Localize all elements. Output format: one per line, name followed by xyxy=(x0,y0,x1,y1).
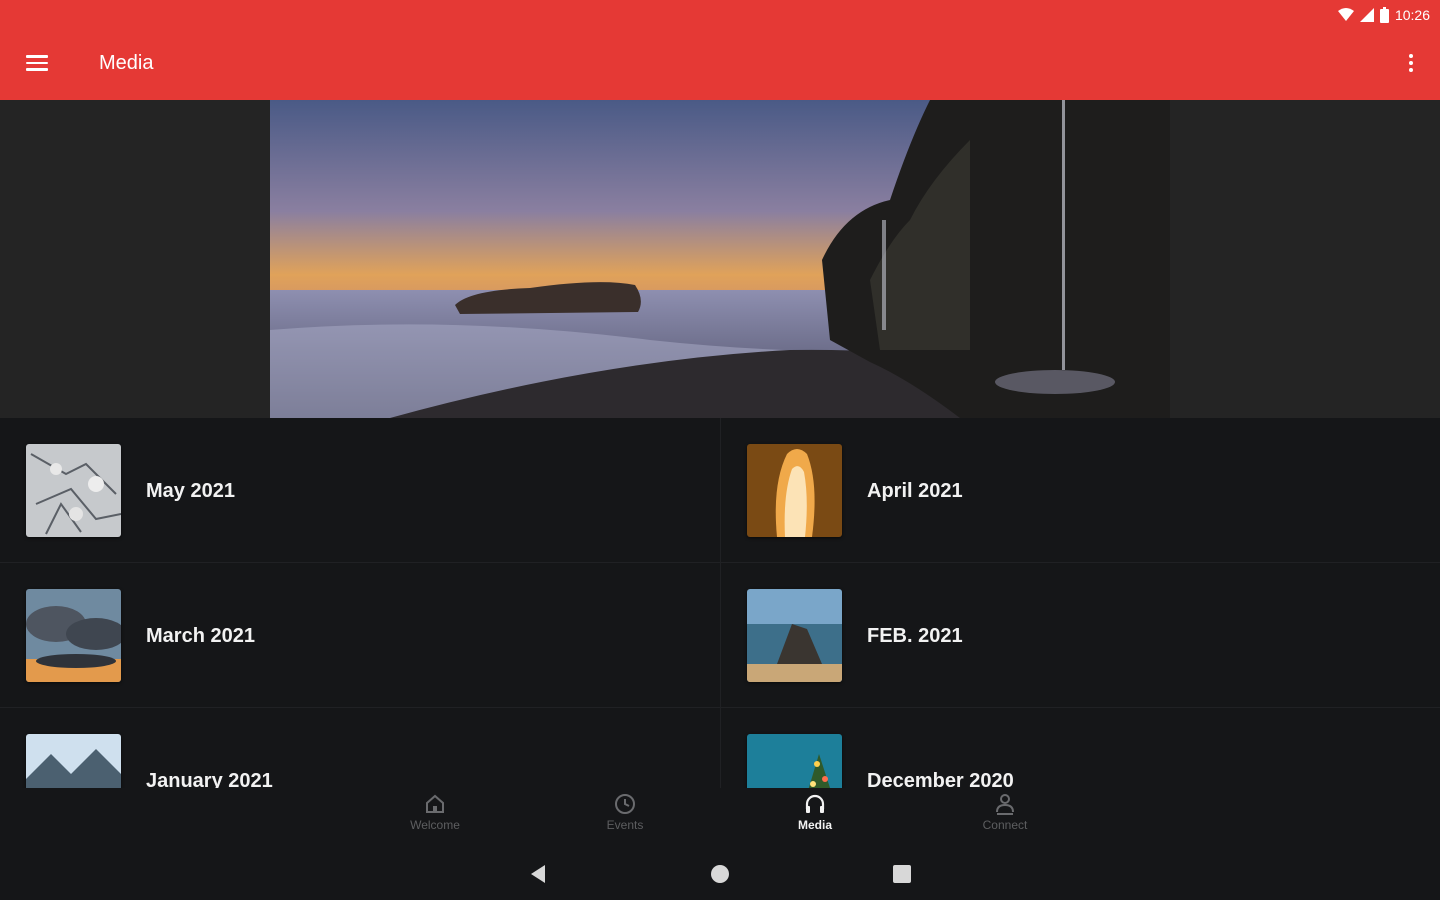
media-item-feb-2021[interactable]: FEB. 2021 xyxy=(720,563,1440,708)
media-thumbnail xyxy=(747,734,842,788)
media-item-december-2020[interactable]: December 2020 xyxy=(720,708,1440,788)
media-item-march-2021[interactable]: March 2021 xyxy=(0,563,720,708)
wifi-icon xyxy=(1337,8,1354,21)
headphones-icon xyxy=(805,794,825,813)
app-bar: 10:26 Media xyxy=(0,0,1440,100)
nav-label: Events xyxy=(606,818,644,832)
media-item-label: March 2021 xyxy=(146,625,255,647)
home-icon xyxy=(426,794,444,813)
nav-label: Connect xyxy=(982,818,1028,832)
nav-item-events[interactable]: Events xyxy=(570,792,680,842)
system-navigation-bar xyxy=(0,844,1440,900)
status-time: 10:26 xyxy=(1394,7,1430,23)
media-item-label: December 2020 xyxy=(867,770,1014,788)
people-icon xyxy=(996,794,1014,815)
media-item-label: May 2021 xyxy=(146,480,235,502)
media-item-april-2021[interactable]: April 2021 xyxy=(720,418,1440,563)
media-thumbnail xyxy=(747,444,842,537)
recents-icon[interactable] xyxy=(890,862,914,886)
page-title: Media xyxy=(99,52,154,74)
more-options-icon[interactable] xyxy=(1404,50,1418,76)
home-button-icon[interactable] xyxy=(708,862,732,886)
media-item-january-2021[interactable]: January 2021 xyxy=(0,708,720,788)
nav-item-welcome[interactable]: Welcome xyxy=(380,792,490,842)
nav-item-connect[interactable]: Connect xyxy=(950,792,1060,842)
signal-icon xyxy=(1359,8,1374,22)
nav-label: Welcome xyxy=(410,818,460,832)
nav-item-media[interactable]: Media xyxy=(760,792,870,842)
bottom-navigation: Welcome Events Media Connect xyxy=(0,788,1440,844)
clock-icon xyxy=(615,794,635,814)
media-thumbnail xyxy=(26,734,121,788)
media-thumbnail xyxy=(26,589,121,682)
media-thumbnail xyxy=(26,444,121,537)
nav-label: Media xyxy=(797,818,832,832)
media-item-may-2021[interactable]: May 2021 xyxy=(0,418,720,563)
status-bar: 10:26 xyxy=(1337,5,1430,25)
back-icon[interactable] xyxy=(526,862,550,886)
hero-image xyxy=(270,100,1170,418)
battery-icon xyxy=(1379,7,1389,23)
media-item-label: April 2021 xyxy=(867,480,963,502)
menu-icon[interactable] xyxy=(26,50,56,76)
media-thumbnail xyxy=(747,589,842,682)
media-item-label: FEB. 2021 xyxy=(867,625,963,647)
media-item-label: January 2021 xyxy=(146,770,273,788)
media-list: May 2021 April 2021 March 2021 FEB. 2021… xyxy=(0,418,1440,788)
